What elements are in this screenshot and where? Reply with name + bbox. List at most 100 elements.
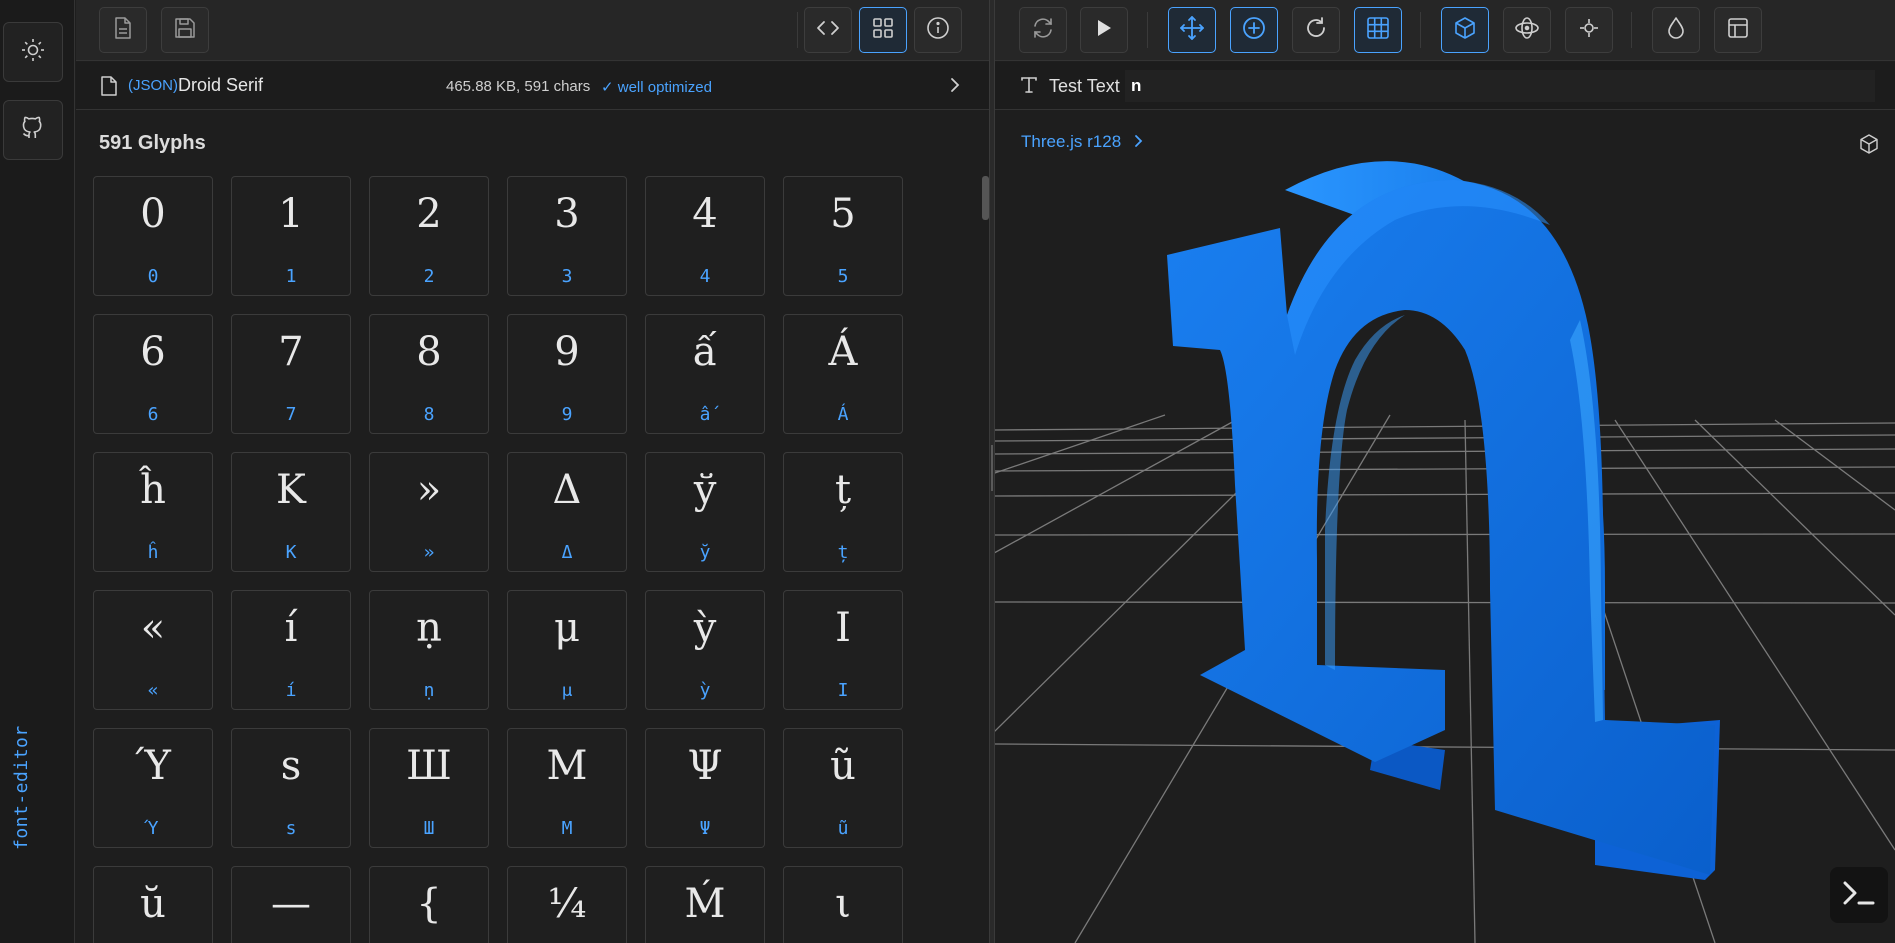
glyph-cell[interactable]: 88 [369,314,489,434]
glyph-char: K [276,467,306,513]
glyph-cell[interactable]: 99 [507,314,627,434]
glyph-char: Ψ [687,743,723,789]
glyph-cell[interactable]: »» [369,452,489,572]
glyph-char: { [416,881,442,927]
glyph-code: 9 [561,404,573,425]
glyph-cell[interactable]: ιι [783,866,903,943]
glyph-cell[interactable]: 22 [369,176,489,296]
glyph-cell[interactable]: ÁÁ [783,314,903,434]
move-button[interactable] [1168,7,1216,53]
splitter-grip[interactable] [991,445,993,491]
glyph-char: 3 [554,191,580,237]
glyph-cell[interactable]: 66 [93,314,213,434]
save-button[interactable] [161,7,209,53]
glyph-char: — [271,881,311,927]
move-icon [1179,15,1205,46]
layout-icon [1727,17,1749,44]
grid-icon [872,17,894,44]
test-text-input[interactable] [1125,70,1875,102]
play-button[interactable] [1080,7,1128,53]
glyph-cell[interactable]: ss [231,728,351,848]
box-button[interactable] [1441,7,1489,53]
glyph-code: 5 [837,266,849,287]
glyph-char: 7 [278,329,304,375]
font-name: Droid Serif [178,75,264,95]
renderer-label: Three.js r128 [1021,132,1122,151]
glyph-grid: 0 0 1 1 2 2 3 3 4 4 5 5 6 6 7 7 8 8 9 9 ấ ấ Á Áĥ ĥ K K»» Δ Δў ў ț ț ««í í… [93,176,913,943]
glyph-cell[interactable]: ĥĥ [93,452,213,572]
glyph-cell[interactable]: 77 [231,314,351,434]
glyph-cell[interactable]: ấấ [645,314,765,434]
rotate-button[interactable] [1292,7,1340,53]
glyph-count-title: 591 Glyphs [99,132,206,154]
glyph-code: 7 [285,404,297,425]
refresh-icon [1031,16,1055,45]
material-button[interactable] [1652,7,1700,53]
info-button[interactable] [914,7,962,53]
glyph-cell[interactable]: 44 [645,176,765,296]
glyph-cell[interactable]: ΎΎ [93,728,213,848]
glyph-code: Ύ [147,818,159,839]
glyph-char: ι [835,881,851,927]
preview-panel: Test Text n Three.js r128 [995,0,1895,943]
glyph-cell[interactable]: țț [783,452,903,572]
glyph-cell[interactable]: ḾḾ [645,866,765,943]
glyph-cell[interactable]: ΔΔ [507,452,627,572]
glyph-cell[interactable]: ŭŭ [93,866,213,943]
chevron-right-icon[interactable] [948,75,962,100]
glyph-code: í [285,680,297,701]
glyph-char: ỳ [693,605,717,651]
3d-scene [995,161,1895,943]
glyph-cell[interactable]: MM [507,728,627,848]
renderer-link[interactable]: Three.js r128 [1021,132,1144,154]
glyph-scrollbar[interactable] [982,176,989,220]
glyph-cell[interactable]: II [783,590,903,710]
glyph-cell[interactable]: ўў [645,452,765,572]
glyph-char: ṇ [416,605,442,651]
glyph-cell[interactable]: ũũ [783,728,903,848]
terminal-icon [1839,875,1879,916]
glyph-cell[interactable]: —— [231,866,351,943]
glyph-cell[interactable]: KK [231,452,351,572]
glyph-char: 4 [692,191,718,237]
github-button[interactable] [3,100,63,160]
layout-button[interactable] [1714,7,1762,53]
glyph-char: Ш [406,743,452,789]
glyph-cell[interactable]: μμ [507,590,627,710]
glyph-cell[interactable]: ¼¼ [507,866,627,943]
grid-view-button[interactable] [859,7,907,53]
center-button[interactable] [1565,7,1613,53]
test-text-label: Test Text [1049,76,1120,96]
grid-toggle-button[interactable] [1354,7,1402,53]
glyph-cell[interactable]: íí [231,590,351,710]
glyph-cell[interactable]: 00 [93,176,213,296]
glyph-cell[interactable]: {{ [369,866,489,943]
glyph-cell[interactable]: ỳỳ [645,590,765,710]
preview-glyph [1167,161,1720,880]
glyph-code: Ш [423,818,435,839]
new-file-button[interactable] [99,7,147,53]
code-view-button[interactable] [804,7,852,53]
refresh-button[interactable] [1019,7,1067,53]
glyph-cell[interactable]: ШШ [369,728,489,848]
3d-viewport[interactable]: Three.js r128 [995,110,1895,943]
glyph-cell[interactable]: 11 [231,176,351,296]
glyph-cell[interactable]: 55 [783,176,903,296]
glyph-char: 6 [140,329,166,375]
glyph-cell[interactable]: 33 [507,176,627,296]
glyph-code: 1 [285,266,297,287]
toolbar-separator [797,12,798,48]
orbit-button[interactable] [1503,7,1551,53]
glyph-char: 5 [830,191,856,237]
font-info-bar[interactable]: (JSON) Droid Serif 465.88 KB, 591 chars … [76,62,989,110]
theme-toggle-button[interactable] [3,22,63,82]
toolbar-separator [1631,12,1632,48]
glyph-cell[interactable]: ΨΨ [645,728,765,848]
glyph-code: » [423,542,435,563]
terminal-button[interactable] [1830,867,1888,923]
glyph-cell[interactable]: «« [93,590,213,710]
text-type-icon [1019,75,1039,100]
add-button[interactable] [1230,7,1278,53]
cube-icon[interactable] [1857,132,1881,161]
glyph-cell[interactable]: ṇṇ [369,590,489,710]
